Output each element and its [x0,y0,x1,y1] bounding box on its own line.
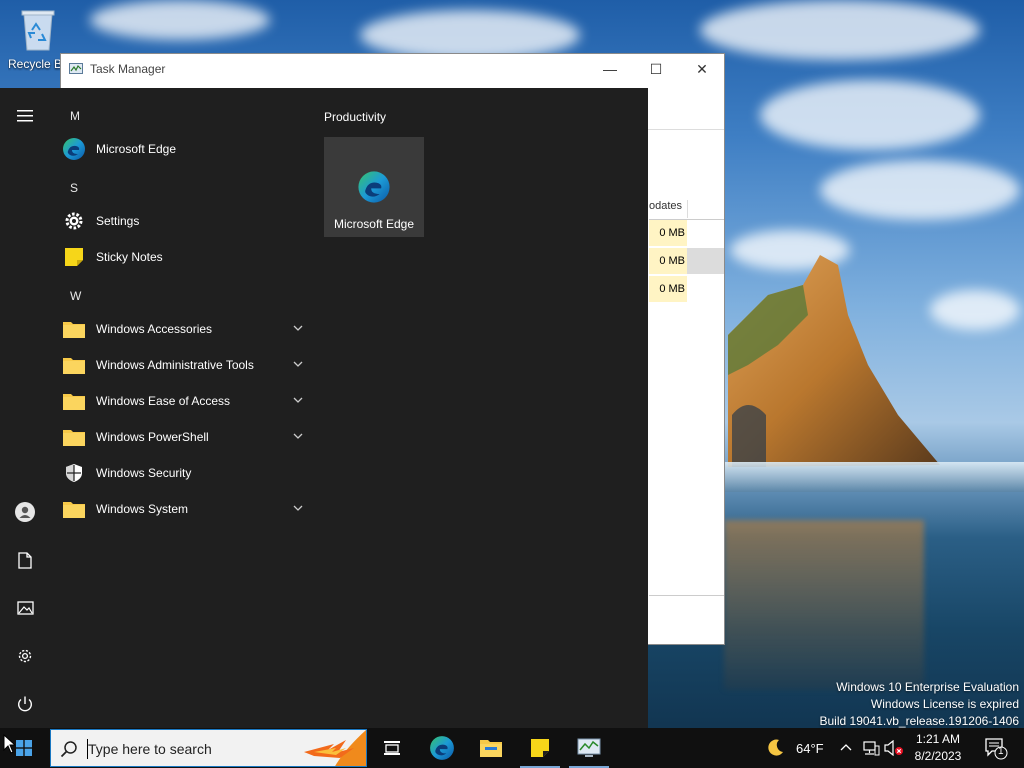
chevron-up-icon[interactable] [840,742,852,752]
table-cell[interactable]: 0 MB [649,220,687,246]
pictures-icon [16,601,34,615]
footer-divider [649,595,724,596]
notification-icon [985,738,1008,760]
app-sticky-notes[interactable]: Sticky Notes [60,240,310,274]
network-icon[interactable] [862,740,880,756]
hamburger-icon [17,110,33,122]
power-icon [18,696,32,712]
start-rail [0,88,50,728]
app-microsoft-edge[interactable]: Microsoft Edge [60,132,310,166]
task-manager-icon [577,738,601,757]
app-name: Windows Security [96,466,192,480]
start-menu: M Microsoft Edge S Settings Sticky Notes… [0,88,648,728]
taskbar-sticky-notes[interactable] [516,728,564,768]
shield-icon [60,459,88,487]
clock-date: 8/2/2023 [914,749,962,763]
settings-icon [18,649,32,663]
watermark-line: Windows License is expired [870,697,1019,711]
search-box[interactable]: Type here to search [50,729,367,767]
power-button[interactable] [0,684,50,724]
license-watermark: Windows 10 Enterprise Evaluation Windows… [820,679,1020,730]
user-icon [15,502,35,522]
column-header-updates[interactable]: odates [649,200,688,218]
folder-icon [60,351,88,379]
taskbar: Type here to search 64°F 1:21 AM 8/2/202… [0,728,1024,768]
user-account-button[interactable] [0,492,50,532]
section-header-s[interactable]: S [70,181,78,195]
recycle-bin-label: Recycle Bin [8,57,62,71]
tile-group-title[interactable]: Productivity [324,110,386,124]
folder-icon [60,423,88,451]
sticky-notes-icon [531,739,549,757]
app-windows-security[interactable]: Windows Security [60,456,310,490]
section-header-w[interactable]: W [70,289,81,303]
taskbar-edge[interactable] [418,728,466,768]
gear-icon [60,207,88,235]
app-name: Windows System [96,502,189,516]
tile-microsoft-edge[interactable]: Microsoft Edge [324,137,424,237]
app-windows-powershell[interactable]: Windows PowerShell [60,420,310,454]
app-windows-accessories[interactable]: Windows Accessories [60,312,310,346]
expand-menu-button[interactable] [0,96,50,136]
table-cell[interactable]: 0 MB [649,276,687,302]
app-name: Windows Administrative Tools [96,358,254,372]
mouse-cursor-icon [3,734,15,754]
documents-icon [18,551,32,569]
clock[interactable]: 1:21 AM 8/2/2023 [900,731,976,765]
notification-count: 1 [998,746,1004,757]
task-view-icon [384,741,400,755]
task-view-button[interactable] [368,728,416,768]
action-center-button[interactable]: 1 [984,736,1008,760]
app-name: Windows Ease of Access [96,394,231,408]
chevron-down-icon[interactable] [292,358,304,370]
recycle-bin-shortcut[interactable]: Recycle Bin [8,8,68,71]
folder-icon [60,495,88,523]
taskbar-file-explorer[interactable] [467,728,515,768]
windows-logo-icon [16,740,32,756]
app-name: Sticky Notes [96,250,163,264]
watermark-line: Windows 10 Enterprise Evaluation [836,680,1019,694]
chevron-down-icon[interactable] [292,430,304,442]
tile-label: Microsoft Edge [333,217,415,231]
settings-button[interactable] [0,636,50,676]
task-manager-titlebar[interactable]: Task Manager — ☐ ✕ [61,54,724,84]
documents-button[interactable] [0,540,50,580]
clock-time: 1:21 AM [915,732,961,746]
chevron-down-icon[interactable] [292,322,304,334]
maximize-button[interactable]: ☐ [633,54,679,84]
app-windows-system[interactable]: Windows System [60,492,310,526]
close-button[interactable]: ✕ [679,54,725,84]
file-explorer-icon [480,740,502,757]
app-settings[interactable]: Settings [60,204,310,238]
pictures-button[interactable] [0,588,50,628]
search-icon [60,741,77,758]
table-cell[interactable]: 0 MB [649,248,687,274]
app-name: Microsoft Edge [96,142,177,156]
section-header-m[interactable]: M [70,109,80,123]
taskbar-task-manager[interactable] [565,728,613,768]
app-name: Settings [96,214,140,228]
chevron-down-icon[interactable] [292,502,304,514]
chevron-down-icon[interactable] [292,394,304,406]
search-placeholder: Type here to search [88,741,212,757]
app-windows-administrative-tools[interactable]: Windows Administrative Tools [60,348,310,382]
sticky-notes-icon [60,243,88,271]
minimize-button[interactable]: — [587,54,633,84]
recycle-bin-icon [21,10,55,51]
search-highlight-art [304,730,366,766]
edge-icon [60,135,88,163]
task-manager-icon [69,63,83,74]
rock-formation [728,255,940,467]
app-windows-ease-of-access[interactable]: Windows Ease of Access [60,384,310,418]
edge-icon [430,736,454,760]
weather-moon-icon[interactable] [765,738,785,758]
app-name: Windows Accessories [96,322,213,336]
folder-icon [60,387,88,415]
selected-row-highlight [687,248,724,274]
folder-icon [60,315,88,343]
edge-icon [358,171,390,203]
window-title: Task Manager [90,62,166,76]
app-name: Windows PowerShell [96,430,209,444]
weather-temperature[interactable]: 64°F [796,741,824,756]
